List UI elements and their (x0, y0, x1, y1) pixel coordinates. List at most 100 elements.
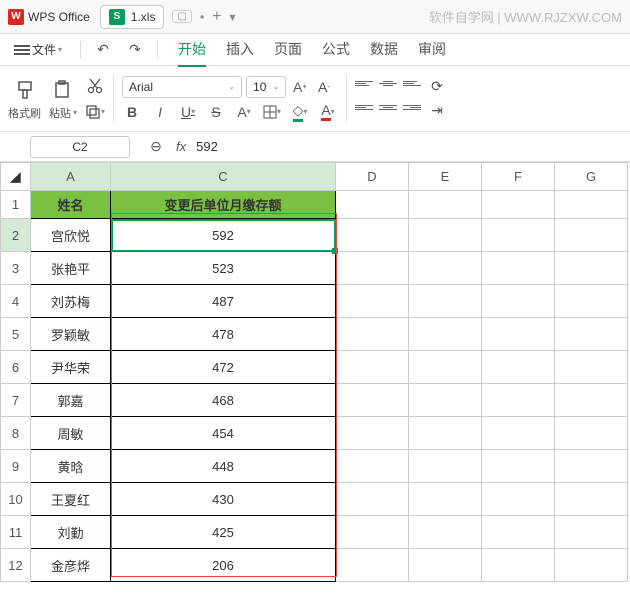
copy-icon[interactable]: ▾ (85, 102, 105, 122)
cell-amount[interactable]: 468 (111, 384, 336, 417)
cell[interactable] (409, 516, 482, 549)
name-box[interactable]: C2 (30, 136, 130, 158)
row-header[interactable]: 5 (1, 318, 31, 351)
cell[interactable] (555, 384, 628, 417)
tab-dot-icon[interactable]: • (200, 10, 204, 24)
header-cell-name[interactable]: 姓名 (31, 191, 111, 219)
cell[interactable] (482, 549, 555, 582)
col-header-d[interactable]: D (336, 163, 409, 191)
cell[interactable] (555, 549, 628, 582)
paste-group[interactable]: 粘贴▾ (49, 77, 77, 121)
cell[interactable] (555, 516, 628, 549)
cell[interactable] (555, 252, 628, 285)
align-right-icon[interactable] (403, 101, 421, 115)
cell[interactable] (409, 252, 482, 285)
cell[interactable] (409, 219, 482, 252)
col-header-a[interactable]: A (31, 163, 111, 191)
font-color-button[interactable]: A▾ (318, 102, 338, 122)
align-top-icon[interactable] (355, 77, 373, 91)
cell-name[interactable]: 金彦烨 (31, 549, 111, 582)
font-style-more[interactable]: A▾ (234, 102, 254, 122)
font-size-select[interactable]: 10⌄ (246, 76, 286, 98)
cell[interactable] (555, 318, 628, 351)
cell[interactable] (409, 549, 482, 582)
cell[interactable] (409, 191, 482, 219)
font-select[interactable]: Arial⌄ (122, 76, 242, 98)
formula-value[interactable]: 592 (196, 139, 218, 154)
increase-font-icon[interactable]: A+ (290, 77, 310, 97)
cell[interactable] (336, 191, 409, 219)
col-header-f[interactable]: F (482, 163, 555, 191)
select-all-corner[interactable]: ◢ (1, 163, 31, 191)
tab-review[interactable]: 审阅 (418, 33, 446, 67)
cell[interactable] (336, 450, 409, 483)
cell[interactable] (555, 285, 628, 318)
cell-amount[interactable]: 523 (111, 252, 336, 285)
cell-amount[interactable]: 487 (111, 285, 336, 318)
cell-amount[interactable]: 478 (111, 318, 336, 351)
format-brush-group[interactable]: 格式刷 (8, 77, 41, 121)
cell[interactable] (482, 483, 555, 516)
cell[interactable] (336, 516, 409, 549)
cell[interactable] (555, 417, 628, 450)
cell-amount[interactable]: 448 (111, 450, 336, 483)
cell[interactable] (555, 483, 628, 516)
cell[interactable] (409, 384, 482, 417)
cell[interactable] (336, 318, 409, 351)
hamburger-menu[interactable]: 文件 ▾ (8, 38, 68, 61)
cell[interactable] (482, 219, 555, 252)
redo-icon[interactable]: ↷ (125, 40, 145, 60)
grid[interactable]: ◢ A C D E F G 1 姓名 变更后单位月缴存额 2宫欣悦5923张艳平… (0, 162, 628, 582)
tab-menu-icon[interactable]: ▢ (172, 10, 191, 23)
cell[interactable] (409, 318, 482, 351)
row-header[interactable]: 1 (1, 191, 31, 219)
cell[interactable] (336, 219, 409, 252)
fill-handle[interactable] (332, 248, 338, 254)
undo-icon[interactable]: ↶ (93, 40, 113, 60)
cell[interactable] (555, 450, 628, 483)
tab-formula[interactable]: 公式 (322, 33, 350, 67)
row-header[interactable]: 7 (1, 384, 31, 417)
tab-insert[interactable]: 插入 (226, 33, 254, 67)
cell-amount[interactable]: 592 (111, 219, 336, 252)
row-header[interactable]: 8 (1, 417, 31, 450)
col-header-e[interactable]: E (409, 163, 482, 191)
cell[interactable] (336, 285, 409, 318)
align-center-icon[interactable] (379, 101, 397, 115)
align-middle-icon[interactable] (379, 77, 397, 91)
cell-amount[interactable]: 206 (111, 549, 336, 582)
cell[interactable] (409, 417, 482, 450)
cell[interactable] (409, 483, 482, 516)
cell[interactable] (555, 219, 628, 252)
cell[interactable] (555, 191, 628, 219)
cancel-formula-icon[interactable]: ⊖ (146, 137, 166, 157)
cell[interactable] (409, 285, 482, 318)
cell[interactable] (482, 252, 555, 285)
cell-amount[interactable]: 430 (111, 483, 336, 516)
cell-name[interactable]: 刘勤 (31, 516, 111, 549)
cell[interactable] (482, 318, 555, 351)
cell[interactable] (555, 351, 628, 384)
row-header[interactable]: 9 (1, 450, 31, 483)
cell[interactable] (336, 483, 409, 516)
cell[interactable] (482, 191, 555, 219)
row-header[interactable]: 4 (1, 285, 31, 318)
cell-name[interactable]: 王夏红 (31, 483, 111, 516)
tab-data[interactable]: 数据 (370, 33, 398, 67)
header-cell-amount[interactable]: 变更后单位月缴存额 (111, 191, 336, 219)
underline-button[interactable]: U▾ (178, 102, 198, 122)
row-header[interactable]: 10 (1, 483, 31, 516)
cell-amount[interactable]: 454 (111, 417, 336, 450)
cell[interactable] (482, 351, 555, 384)
cell[interactable] (482, 285, 555, 318)
border-button[interactable]: ▾ (262, 102, 282, 122)
col-header-g[interactable]: G (555, 163, 628, 191)
cell[interactable] (409, 450, 482, 483)
cell[interactable] (482, 384, 555, 417)
cell[interactable] (409, 351, 482, 384)
row-header[interactable]: 11 (1, 516, 31, 549)
cell-name[interactable]: 罗颖敏 (31, 318, 111, 351)
cell-name[interactable]: 宫欣悦 (31, 219, 111, 252)
row-header[interactable]: 6 (1, 351, 31, 384)
cell-amount[interactable]: 472 (111, 351, 336, 384)
